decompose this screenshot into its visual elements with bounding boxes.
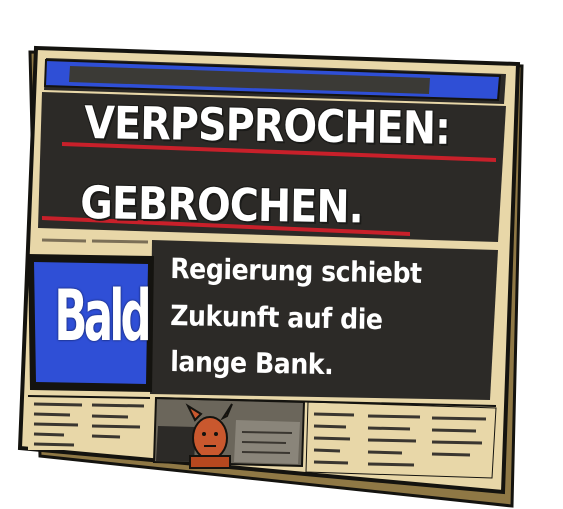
headline-line-2: GEBROCHEN. xyxy=(80,176,364,234)
portrait-photo xyxy=(152,396,306,469)
newspaper-illustration: VERPSPROCHEN: GEBROCHEN. Bald Regierung … xyxy=(0,0,563,509)
top-column-rules xyxy=(41,238,149,244)
subheadline-line-1: Regierung schiebt xyxy=(170,252,422,290)
headline-line-1: VERPSPROCHEN: xyxy=(84,96,451,155)
bottom-right-column xyxy=(305,401,497,479)
bottom-left-column xyxy=(28,398,150,450)
cartoon-person-with-horns-icon xyxy=(192,416,228,460)
masthead-logo: Bald xyxy=(54,275,151,357)
subheadline-line-2: Zukunft auf die xyxy=(170,299,383,337)
subheadline-line-3: lange Bank. xyxy=(170,345,334,382)
